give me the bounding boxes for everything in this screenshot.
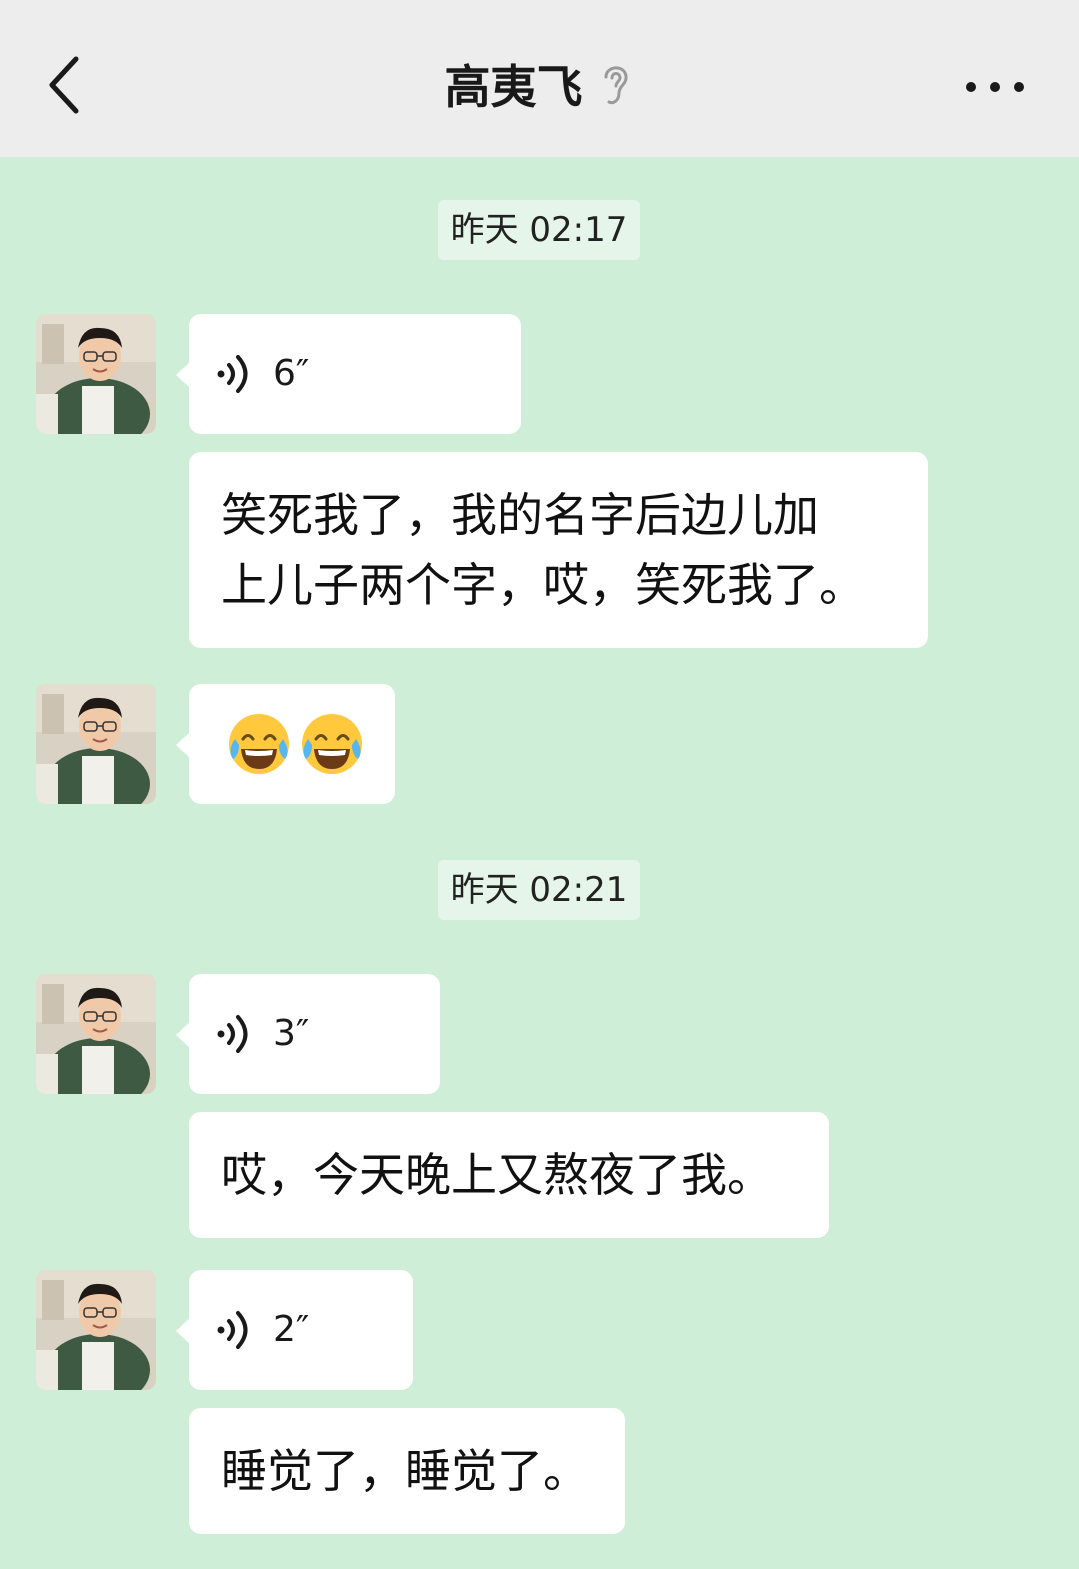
avatar[interactable]	[36, 684, 156, 804]
avatar[interactable]	[36, 974, 156, 1094]
emoji-row	[225, 709, 366, 779]
timestamp: 昨天 02:21	[438, 860, 640, 920]
voice-duration: 3″	[273, 1013, 310, 1054]
message-line: 哎，今天晚上又熬夜了我。	[221, 1148, 773, 1202]
ear-icon	[595, 59, 635, 111]
message-line: 睡觉了，睡觉了。	[221, 1444, 589, 1498]
timestamp: 昨天 02:17	[438, 200, 640, 260]
more-horizontal-icon	[955, 60, 1035, 114]
message-line: 上儿子两个字，哎，笑死我了。	[221, 558, 865, 612]
voice-wave-icon	[215, 1012, 255, 1056]
face-with-tears-of-joy-icon	[298, 709, 366, 779]
face-with-tears-of-joy-icon	[225, 709, 293, 779]
voice-message[interactable]: 2″	[176, 1270, 413, 1390]
voice-wave-icon	[215, 352, 255, 396]
voice-message[interactable]: 6″	[176, 314, 521, 434]
voice-wave-icon	[215, 1308, 255, 1352]
voice-duration: 2″	[273, 1309, 310, 1350]
voice-duration: 6″	[273, 353, 310, 394]
text-message[interactable]: 睡觉了，睡觉了。	[189, 1408, 625, 1534]
text-message[interactable]: 哎，今天晚上又熬夜了我。	[189, 1112, 829, 1238]
contact-name[interactable]: 高夷飞	[445, 60, 583, 114]
more-options-button[interactable]	[955, 60, 1035, 114]
text-message[interactable]: 笑死我了，我的名字后边儿加 上儿子两个字，哎，笑死我了。	[189, 452, 928, 648]
emoji-message[interactable]	[176, 684, 395, 804]
message-line: 笑死我了，我的名字后边儿加	[221, 488, 819, 542]
chat-header: 高夷飞	[0, 0, 1079, 157]
chat-title-area: 高夷飞	[0, 52, 1079, 122]
avatar[interactable]	[36, 1270, 156, 1390]
avatar[interactable]	[36, 314, 156, 434]
voice-message[interactable]: 3″	[176, 974, 440, 1094]
